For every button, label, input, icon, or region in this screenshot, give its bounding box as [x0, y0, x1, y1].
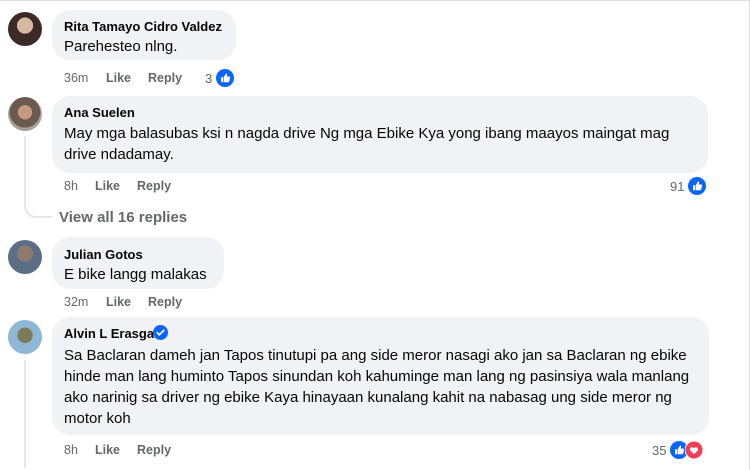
- like-reaction-icon: [688, 177, 706, 195]
- avatar[interactable]: [8, 240, 42, 274]
- reaction-summary[interactable]: 3: [205, 68, 235, 88]
- love-reaction-icon: [685, 441, 703, 459]
- commenter-name[interactable]: Rita Tamayo Cidro Valdez: [64, 19, 222, 34]
- like-reaction-icon: [216, 69, 234, 87]
- reaction-count: 3: [205, 71, 213, 86]
- thread-line: [24, 360, 26, 468]
- commenter-name[interactable]: Ana Suelen: [64, 105, 135, 120]
- reply-button[interactable]: Reply: [148, 295, 182, 309]
- comment-actions: 8h Like Reply: [64, 179, 204, 195]
- commenter-name[interactable]: Alvin L Erasga: [64, 326, 154, 341]
- reaction-summary[interactable]: 35: [652, 440, 712, 460]
- timestamp[interactable]: 36m: [64, 71, 88, 85]
- timestamp[interactable]: 8h: [64, 443, 78, 457]
- like-button[interactable]: Like: [106, 71, 131, 85]
- thread-line: [24, 136, 26, 202]
- top-divider: [0, 0, 750, 1]
- avatar[interactable]: [8, 12, 42, 46]
- reaction-summary[interactable]: 91: [670, 176, 708, 196]
- like-button[interactable]: Like: [95, 179, 120, 193]
- timestamp[interactable]: 8h: [64, 179, 78, 193]
- comment-text: E bike langg malakas: [64, 266, 207, 283]
- avatar[interactable]: [8, 97, 42, 131]
- comment-text: May mga balasubas ksi n nagda drive Ng m…: [64, 125, 670, 163]
- comment-actions: 32m Like Reply: [64, 295, 204, 311]
- avatar[interactable]: [8, 320, 42, 354]
- like-button[interactable]: Like: [95, 443, 120, 457]
- like-button[interactable]: Like: [106, 295, 131, 309]
- reply-button[interactable]: Reply: [148, 71, 182, 85]
- verified-badge-icon: [153, 325, 168, 340]
- timestamp[interactable]: 32m: [64, 295, 88, 309]
- commenter-name[interactable]: Julian Gotos: [64, 247, 143, 262]
- view-replies-link[interactable]: View all 16 replies: [59, 209, 187, 226]
- thread-connector: [24, 196, 52, 218]
- comment-text: Parehesteo nlng.: [64, 38, 178, 55]
- comment-text: Sa Baclaran dameh jan Tapos tinutupi pa …: [64, 347, 690, 427]
- reply-button[interactable]: Reply: [137, 179, 171, 193]
- reply-button[interactable]: Reply: [137, 443, 171, 457]
- comment-actions: 8h Like Reply: [64, 443, 204, 459]
- reaction-count: 35: [652, 443, 667, 458]
- comment-actions: 36m Like Reply: [64, 71, 204, 87]
- reaction-count: 91: [670, 179, 685, 194]
